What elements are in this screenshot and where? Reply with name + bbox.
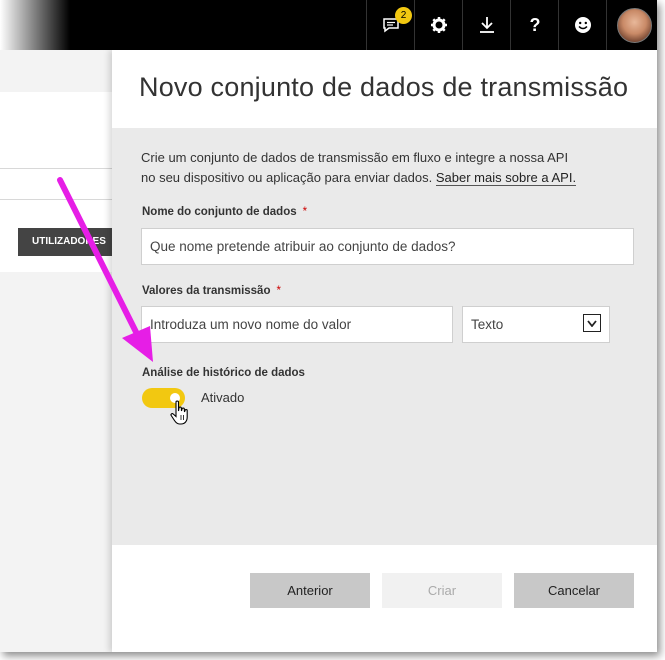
panel-header: Novo conjunto de dados de transmissão xyxy=(112,50,657,128)
value-type-select[interactable]: Texto xyxy=(462,306,610,343)
app-window: UTILIZADORES 2 ? Novo conjunto de dados … xyxy=(0,0,657,652)
value-name-input[interactable]: Introduza um novo nome do valor xyxy=(141,306,453,343)
download-icon xyxy=(479,16,495,34)
stream-values-label-text: Valores da transmissão xyxy=(142,285,271,297)
value-name-placeholder: Introduza um novo nome do valor xyxy=(150,317,352,332)
dataset-name-label: Nome do conjunto de dados * xyxy=(142,206,307,218)
help-icon: ? xyxy=(529,14,541,35)
history-analysis-label: Análise de histórico de dados xyxy=(142,367,305,379)
create-button[interactable]: Criar xyxy=(382,573,502,608)
description-line-2: no seu dispositivo ou aplicação para env… xyxy=(141,168,601,188)
gear-icon xyxy=(430,16,448,34)
panel-description: Crie um conjunto de dados de transmissão… xyxy=(141,148,601,188)
required-marker: * xyxy=(302,206,308,218)
notifications-button[interactable]: 2 xyxy=(366,0,415,50)
topbar-fade xyxy=(0,0,70,50)
help-button[interactable]: ? xyxy=(510,0,559,50)
top-bar: 2 ? xyxy=(0,0,657,50)
download-button[interactable] xyxy=(462,0,511,50)
hand-cursor-icon xyxy=(170,400,192,431)
cancel-button[interactable]: Cancelar xyxy=(514,573,634,608)
smiley-icon xyxy=(574,16,592,34)
notifications-badge: 2 xyxy=(395,7,412,24)
description-text: no seu dispositivo ou aplicação para env… xyxy=(141,170,433,185)
stream-values-label: Valores da transmissão * xyxy=(142,285,281,297)
required-marker: * xyxy=(276,285,281,297)
learn-more-api-link[interactable]: Saber mais sobre a API. xyxy=(435,170,577,186)
dataset-name-placeholder: Que nome pretende atribuir ao conjunto d… xyxy=(150,239,456,254)
previous-button[interactable]: Anterior xyxy=(250,573,370,608)
dataset-name-input[interactable]: Que nome pretende atribuir ao conjunto d… xyxy=(141,228,634,265)
background-column-header: UTILIZADORES xyxy=(18,228,112,256)
description-line-1: Crie um conjunto de dados de transmissão… xyxy=(141,150,569,165)
account-button[interactable] xyxy=(606,0,657,50)
feedback-button[interactable] xyxy=(558,0,607,50)
chevron-down-icon[interactable] xyxy=(583,314,601,332)
settings-button[interactable] xyxy=(414,0,463,50)
dataset-name-label-text: Nome do conjunto de dados xyxy=(142,206,297,218)
panel-title: Novo conjunto de dados de transmissão xyxy=(139,72,629,102)
background-search-row xyxy=(0,168,112,200)
avatar xyxy=(617,8,652,43)
new-streaming-dataset-panel: Novo conjunto de dados de transmissão Cr… xyxy=(112,50,657,652)
value-type-selected: Texto xyxy=(471,317,504,332)
toggle-state-label: Ativado xyxy=(201,390,245,405)
